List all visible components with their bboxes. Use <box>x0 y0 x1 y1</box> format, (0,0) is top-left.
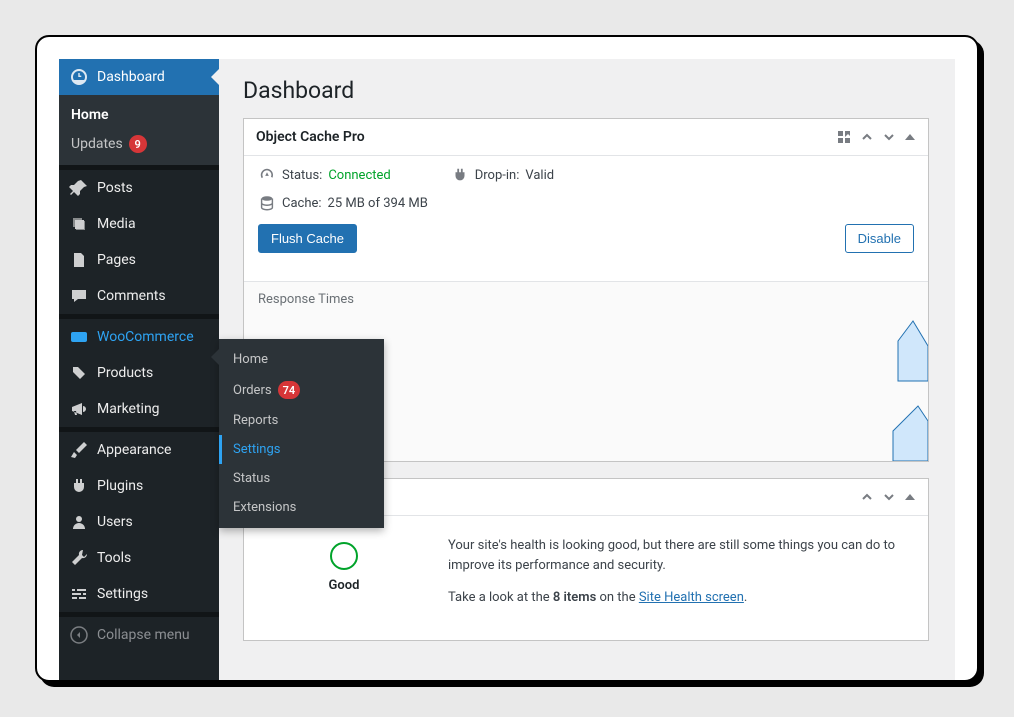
flyout-reports[interactable]: Reports <box>219 406 384 435</box>
response-times-label: Response Times <box>258 292 914 307</box>
sidebar-sub-updates[interactable]: Updates 9 <box>59 129 219 159</box>
megaphone-icon <box>69 399 89 419</box>
comments-icon <box>69 286 89 306</box>
chevron-down-icon[interactable] <box>882 130 896 144</box>
chevron-up-icon[interactable] <box>860 490 874 504</box>
collapse-icon <box>69 625 89 645</box>
media-icon <box>69 214 89 234</box>
cache-item: Cache: 25 MB of 394 MB <box>258 194 914 212</box>
updates-badge: 9 <box>129 135 147 153</box>
sidebar-item-comments[interactable]: Comments <box>59 278 219 314</box>
cache-value: 25 MB of 394 MB <box>328 196 428 211</box>
disable-button[interactable]: Disable <box>845 224 914 253</box>
status-item: Status: Connected <box>258 166 391 184</box>
sidebar-item-dashboard[interactable]: Dashboard <box>59 59 219 95</box>
site-health-link[interactable]: Site Health screen <box>639 590 744 605</box>
woocommerce-flyout: Home Orders 74 Reports Settings Status E… <box>219 339 384 528</box>
sidebar-item-woocommerce[interactable]: WooCommerce <box>59 319 219 355</box>
gauge-ring-icon <box>330 542 358 570</box>
triangle-up-icon[interactable] <box>904 131 916 143</box>
brush-icon <box>69 440 89 460</box>
flush-cache-button[interactable]: Flush Cache <box>258 224 357 253</box>
sidebar-collapse[interactable]: Collapse menu <box>59 617 219 653</box>
pages-icon <box>69 250 89 270</box>
gauge-icon <box>258 166 276 184</box>
plug-icon <box>451 166 469 184</box>
sidebar-item-appearance[interactable]: Appearance <box>59 432 219 468</box>
health-gauge: Good <box>264 536 424 593</box>
widget-move-icon[interactable] <box>836 129 852 145</box>
plugin-icon <box>69 476 89 496</box>
sidebar-item-media[interactable]: Media <box>59 206 219 242</box>
sidebar-item-marketing[interactable]: Marketing <box>59 391 219 427</box>
flyout-orders[interactable]: Orders 74 <box>219 374 384 406</box>
sidebar-sub-home[interactable]: Home <box>59 101 219 129</box>
sidebar-item-users[interactable]: Users <box>59 504 219 540</box>
dropin-value: Valid <box>525 168 554 183</box>
flyout-status[interactable]: Status <box>219 464 384 493</box>
flyout-extensions[interactable]: Extensions <box>219 493 384 522</box>
sidebar-item-pages[interactable]: Pages <box>59 242 219 278</box>
user-icon <box>69 512 89 532</box>
chevron-up-icon[interactable] <box>860 130 874 144</box>
sidebar-label: Dashboard <box>97 69 165 85</box>
admin-sidebar: Dashboard Home Updates 9 Posts Media Pag… <box>59 59 219 680</box>
flyout-settings[interactable]: Settings <box>219 435 384 464</box>
flyout-home[interactable]: Home <box>219 345 384 374</box>
database-icon <box>258 194 276 212</box>
woocommerce-icon <box>69 327 89 347</box>
health-text: Your site's health is looking good, but … <box>448 536 908 620</box>
orders-badge: 74 <box>278 381 301 399</box>
products-icon <box>69 363 89 383</box>
sidebar-item-settings[interactable]: Settings <box>59 576 219 612</box>
wrench-icon <box>69 548 89 568</box>
sliders-icon <box>69 584 89 604</box>
dropin-item: Drop-in: Valid <box>451 166 554 184</box>
page-title: Dashboard <box>243 77 929 104</box>
sidebar-item-products[interactable]: Products <box>59 355 219 391</box>
status-value: Connected <box>328 168 390 183</box>
chevron-down-icon[interactable] <box>882 490 896 504</box>
object-cache-title: Object Cache Pro <box>256 129 365 145</box>
sidebar-item-tools[interactable]: Tools <box>59 540 219 576</box>
triangle-up-icon[interactable] <box>904 491 916 503</box>
pin-icon <box>69 178 89 198</box>
sidebar-item-posts[interactable]: Posts <box>59 170 219 206</box>
sidebar-item-plugins[interactable]: Plugins <box>59 468 219 504</box>
dashboard-icon <box>69 67 89 87</box>
